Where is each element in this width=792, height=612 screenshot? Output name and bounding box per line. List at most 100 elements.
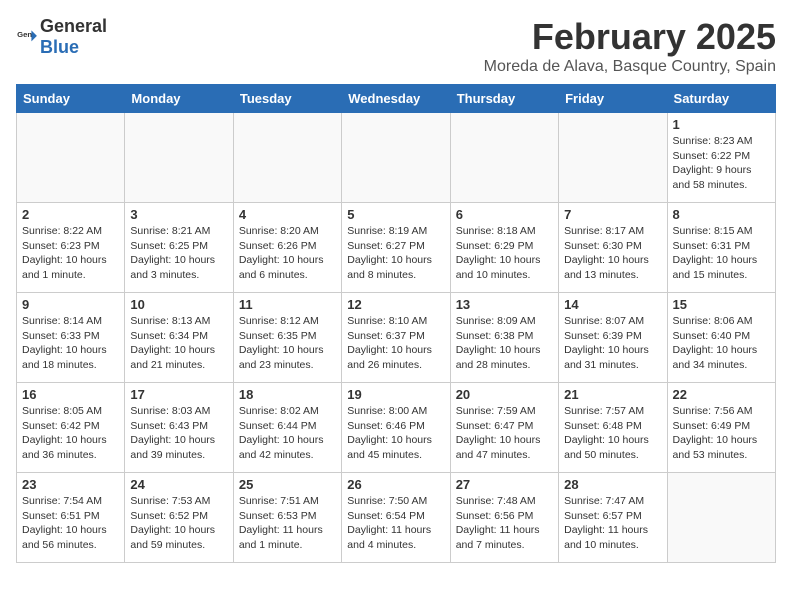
day-number: 26 xyxy=(347,477,444,492)
day-info: Sunrise: 7:47 AM Sunset: 6:57 PM Dayligh… xyxy=(564,494,661,553)
calendar-cell: 27 Sunrise: 7:48 AM Sunset: 6:56 PM Dayli… xyxy=(450,473,558,563)
calendar-cell xyxy=(667,473,775,563)
calendar-cell: 10 Sunrise: 8:13 AM Sunset: 6:34 PM Dayli… xyxy=(125,293,233,383)
day-number: 25 xyxy=(239,477,336,492)
day-number: 28 xyxy=(564,477,661,492)
day-number: 16 xyxy=(22,387,119,402)
day-info: Sunrise: 7:48 AM Sunset: 6:56 PM Dayligh… xyxy=(456,494,553,553)
day-number: 13 xyxy=(456,297,553,312)
weekday-header-monday: Monday xyxy=(125,85,233,113)
weekday-header-saturday: Saturday xyxy=(667,85,775,113)
day-number: 3 xyxy=(130,207,227,222)
logo-blue: Blue xyxy=(40,37,79,57)
calendar-cell: 23 Sunrise: 7:54 AM Sunset: 6:51 PM Dayli… xyxy=(17,473,125,563)
calendar-cell: 15 Sunrise: 8:06 AM Sunset: 6:40 PM Dayli… xyxy=(667,293,775,383)
calendar-cell xyxy=(342,113,450,203)
week-row-1: 1 Sunrise: 8:23 AM Sunset: 6:22 PM Daylig… xyxy=(17,113,776,203)
day-info: Sunrise: 8:18 AM Sunset: 6:29 PM Dayligh… xyxy=(456,224,553,283)
day-number: 17 xyxy=(130,387,227,402)
weekday-header-row: SundayMondayTuesdayWednesdayThursdayFrid… xyxy=(17,85,776,113)
calendar-cell: 24 Sunrise: 7:53 AM Sunset: 6:52 PM Dayli… xyxy=(125,473,233,563)
calendar-cell: 6 Sunrise: 8:18 AM Sunset: 6:29 PM Daylig… xyxy=(450,203,558,293)
day-number: 8 xyxy=(673,207,770,222)
day-number: 7 xyxy=(564,207,661,222)
day-info: Sunrise: 8:22 AM Sunset: 6:23 PM Dayligh… xyxy=(22,224,119,283)
weekday-header-friday: Friday xyxy=(559,85,667,113)
header: Gen General Blue February 2025 Moreda de… xyxy=(16,16,776,76)
day-number: 27 xyxy=(456,477,553,492)
day-info: Sunrise: 8:02 AM Sunset: 6:44 PM Dayligh… xyxy=(239,404,336,463)
calendar-cell: 4Sunrise: 8:20 AM Sunset: 6:26 PM Daylig… xyxy=(233,203,341,293)
calendar-cell: 19 Sunrise: 8:00 AM Sunset: 6:46 PM Dayli… xyxy=(342,383,450,473)
calendar-cell: 21 Sunrise: 7:57 AM Sunset: 6:48 PM Dayli… xyxy=(559,383,667,473)
day-info: Sunrise: 8:14 AM Sunset: 6:33 PM Dayligh… xyxy=(22,314,119,373)
calendar-cell: 2 Sunrise: 8:22 AM Sunset: 6:23 PM Daylig… xyxy=(17,203,125,293)
day-info: Sunrise: 8:09 AM Sunset: 6:38 PM Dayligh… xyxy=(456,314,553,373)
calendar-cell: 11 Sunrise: 8:12 AM Sunset: 6:35 PM Dayli… xyxy=(233,293,341,383)
calendar-cell: 16 Sunrise: 8:05 AM Sunset: 6:42 PM Dayli… xyxy=(17,383,125,473)
day-number: 20 xyxy=(456,387,553,402)
day-number: 9 xyxy=(22,297,119,312)
calendar-cell: 1 Sunrise: 8:23 AM Sunset: 6:22 PM Daylig… xyxy=(667,113,775,203)
day-number: 10 xyxy=(130,297,227,312)
calendar-cell xyxy=(233,113,341,203)
calendar-cell: 9 Sunrise: 8:14 AM Sunset: 6:33 PM Daylig… xyxy=(17,293,125,383)
weekday-header-tuesday: Tuesday xyxy=(233,85,341,113)
day-info: Sunrise: 8:00 AM Sunset: 6:46 PM Dayligh… xyxy=(347,404,444,463)
calendar-cell xyxy=(125,113,233,203)
day-info: Sunrise: 7:53 AM Sunset: 6:52 PM Dayligh… xyxy=(130,494,227,553)
calendar-cell: 14Sunrise: 8:07 AM Sunset: 6:39 PM Dayli… xyxy=(559,293,667,383)
logo: Gen General Blue xyxy=(16,16,107,58)
day-info: Sunrise: 8:10 AM Sunset: 6:37 PM Dayligh… xyxy=(347,314,444,373)
calendar-cell: 13 Sunrise: 8:09 AM Sunset: 6:38 PM Dayli… xyxy=(450,293,558,383)
calendar-cell: 18 Sunrise: 8:02 AM Sunset: 6:44 PM Dayli… xyxy=(233,383,341,473)
day-number: 4 xyxy=(239,207,336,222)
day-info: Sunrise: 8:05 AM Sunset: 6:42 PM Dayligh… xyxy=(22,404,119,463)
title-area: February 2025 Moreda de Alava, Basque Co… xyxy=(484,16,776,76)
day-number: 6 xyxy=(456,207,553,222)
day-info: Sunrise: 8:12 AM Sunset: 6:35 PM Dayligh… xyxy=(239,314,336,373)
day-number: 15 xyxy=(673,297,770,312)
day-info: Sunrise: 7:50 AM Sunset: 6:54 PM Dayligh… xyxy=(347,494,444,553)
logo-icon: Gen xyxy=(16,26,38,48)
day-info: Sunrise: 8:06 AM Sunset: 6:40 PM Dayligh… xyxy=(673,314,770,373)
calendar-cell: 26 Sunrise: 7:50 AM Sunset: 6:54 PM Dayli… xyxy=(342,473,450,563)
calendar-subtitle: Moreda de Alava, Basque Country, Spain xyxy=(484,58,776,76)
day-info: Sunrise: 7:54 AM Sunset: 6:51 PM Dayligh… xyxy=(22,494,119,553)
calendar-cell: 22Sunrise: 7:56 AM Sunset: 6:49 PM Dayli… xyxy=(667,383,775,473)
day-info: Sunrise: 7:57 AM Sunset: 6:48 PM Dayligh… xyxy=(564,404,661,463)
calendar-cell: 3 Sunrise: 8:21 AM Sunset: 6:25 PM Daylig… xyxy=(125,203,233,293)
day-number: 23 xyxy=(22,477,119,492)
day-number: 11 xyxy=(239,297,336,312)
day-info: Sunrise: 8:03 AM Sunset: 6:43 PM Dayligh… xyxy=(130,404,227,463)
day-info: Sunrise: 8:19 AM Sunset: 6:27 PM Dayligh… xyxy=(347,224,444,283)
calendar-cell: 17 Sunrise: 8:03 AM Sunset: 6:43 PM Dayli… xyxy=(125,383,233,473)
day-number: 14 xyxy=(564,297,661,312)
weekday-header-thursday: Thursday xyxy=(450,85,558,113)
calendar-cell: 7Sunrise: 8:17 AM Sunset: 6:30 PM Daylig… xyxy=(559,203,667,293)
weekday-header-sunday: Sunday xyxy=(17,85,125,113)
day-info: Sunrise: 7:51 AM Sunset: 6:53 PM Dayligh… xyxy=(239,494,336,553)
day-info: Sunrise: 8:13 AM Sunset: 6:34 PM Dayligh… xyxy=(130,314,227,373)
calendar-cell xyxy=(450,113,558,203)
day-number: 2 xyxy=(22,207,119,222)
day-info: Sunrise: 8:15 AM Sunset: 6:31 PM Dayligh… xyxy=(673,224,770,283)
day-info: Sunrise: 8:23 AM Sunset: 6:22 PM Dayligh… xyxy=(673,134,770,193)
day-number: 1 xyxy=(673,117,770,132)
day-number: 12 xyxy=(347,297,444,312)
calendar-cell: 8 Sunrise: 8:15 AM Sunset: 6:31 PM Daylig… xyxy=(667,203,775,293)
week-row-2: 2 Sunrise: 8:22 AM Sunset: 6:23 PM Daylig… xyxy=(17,203,776,293)
day-number: 18 xyxy=(239,387,336,402)
day-number: 22 xyxy=(673,387,770,402)
day-number: 24 xyxy=(130,477,227,492)
week-row-3: 9 Sunrise: 8:14 AM Sunset: 6:33 PM Daylig… xyxy=(17,293,776,383)
calendar-cell: 12 Sunrise: 8:10 AM Sunset: 6:37 PM Dayli… xyxy=(342,293,450,383)
calendar-cell: 5Sunrise: 8:19 AM Sunset: 6:27 PM Daylig… xyxy=(342,203,450,293)
day-number: 19 xyxy=(347,387,444,402)
calendar-cell: 28 Sunrise: 7:47 AM Sunset: 6:57 PM Dayli… xyxy=(559,473,667,563)
weekday-header-wednesday: Wednesday xyxy=(342,85,450,113)
day-number: 21 xyxy=(564,387,661,402)
day-info: Sunrise: 8:21 AM Sunset: 6:25 PM Dayligh… xyxy=(130,224,227,283)
svg-text:Gen: Gen xyxy=(17,30,32,39)
calendar-cell: 20Sunrise: 7:59 AM Sunset: 6:47 PM Dayli… xyxy=(450,383,558,473)
